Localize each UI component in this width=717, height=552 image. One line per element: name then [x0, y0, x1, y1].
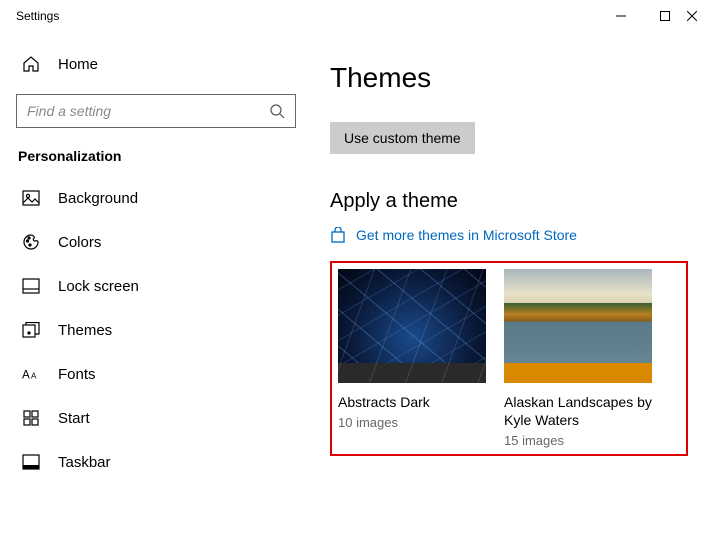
- svg-text:A: A: [31, 372, 37, 381]
- titlebar: Settings: [0, 0, 717, 32]
- lockscreen-icon: [22, 278, 40, 294]
- home-icon: [22, 55, 40, 73]
- category-label: Personalization: [16, 142, 314, 176]
- sidebar-item-label: Fonts: [58, 366, 96, 383]
- sidebar-item-label: Background: [58, 190, 138, 207]
- sidebar-item-start[interactable]: Start: [16, 396, 314, 440]
- main-content: Themes Use custom theme Apply a theme Ge…: [330, 32, 717, 552]
- taskbar-icon: [22, 454, 40, 470]
- theme-count: 15 images: [504, 433, 652, 448]
- search-icon: [269, 103, 285, 119]
- sidebar-item-label: Taskbar: [58, 454, 111, 471]
- picture-icon: [22, 190, 40, 206]
- sidebar-item-colors[interactable]: Colors: [16, 220, 314, 264]
- themes-grid: Abstracts Dark 10 images Alaskan Landsca…: [330, 261, 688, 456]
- apply-theme-title: Apply a theme: [330, 190, 693, 213]
- sidebar-item-taskbar[interactable]: Taskbar: [16, 440, 314, 484]
- page-title: Themes: [330, 62, 693, 94]
- window-title: Settings: [16, 9, 59, 23]
- theme-thumbnail: [338, 269, 486, 383]
- home-button[interactable]: Home: [16, 42, 314, 86]
- store-link-text: Get more themes in Microsoft Store: [356, 227, 577, 243]
- start-icon: [22, 410, 40, 426]
- sidebar-item-label: Start: [58, 410, 90, 427]
- theme-count: 10 images: [338, 415, 486, 430]
- store-link[interactable]: Get more themes in Microsoft Store: [330, 227, 693, 243]
- sidebar-item-lockscreen[interactable]: Lock screen: [16, 264, 314, 308]
- sidebar: Home Personalization Background: [0, 32, 330, 552]
- close-button[interactable]: [687, 0, 717, 32]
- sidebar-item-themes[interactable]: Themes: [16, 308, 314, 352]
- minimize-button[interactable]: [599, 0, 643, 32]
- theme-name: Abstracts Dark: [338, 393, 486, 411]
- store-icon: [330, 227, 346, 243]
- search-field[interactable]: [27, 103, 269, 119]
- theme-card[interactable]: Alaskan Landscapes by Kyle Waters 15 ima…: [504, 269, 652, 448]
- maximize-button[interactable]: [643, 0, 687, 32]
- sidebar-item-label: Colors: [58, 234, 101, 251]
- palette-icon: [22, 233, 40, 251]
- home-label: Home: [58, 56, 98, 73]
- use-custom-theme-button[interactable]: Use custom theme: [330, 122, 475, 154]
- sidebar-item-label: Lock screen: [58, 278, 139, 295]
- theme-card[interactable]: Abstracts Dark 10 images: [338, 269, 486, 448]
- theme-thumbnail: [504, 269, 652, 383]
- theme-name: Alaskan Landscapes by Kyle Waters: [504, 393, 652, 429]
- svg-text:A: A: [22, 369, 30, 382]
- fonts-icon: AA: [22, 366, 40, 382]
- themes-icon: [22, 322, 40, 338]
- search-input[interactable]: [16, 94, 296, 128]
- sidebar-item-fonts[interactable]: AA Fonts: [16, 352, 314, 396]
- sidebar-item-background[interactable]: Background: [16, 176, 314, 220]
- sidebar-item-label: Themes: [58, 322, 112, 339]
